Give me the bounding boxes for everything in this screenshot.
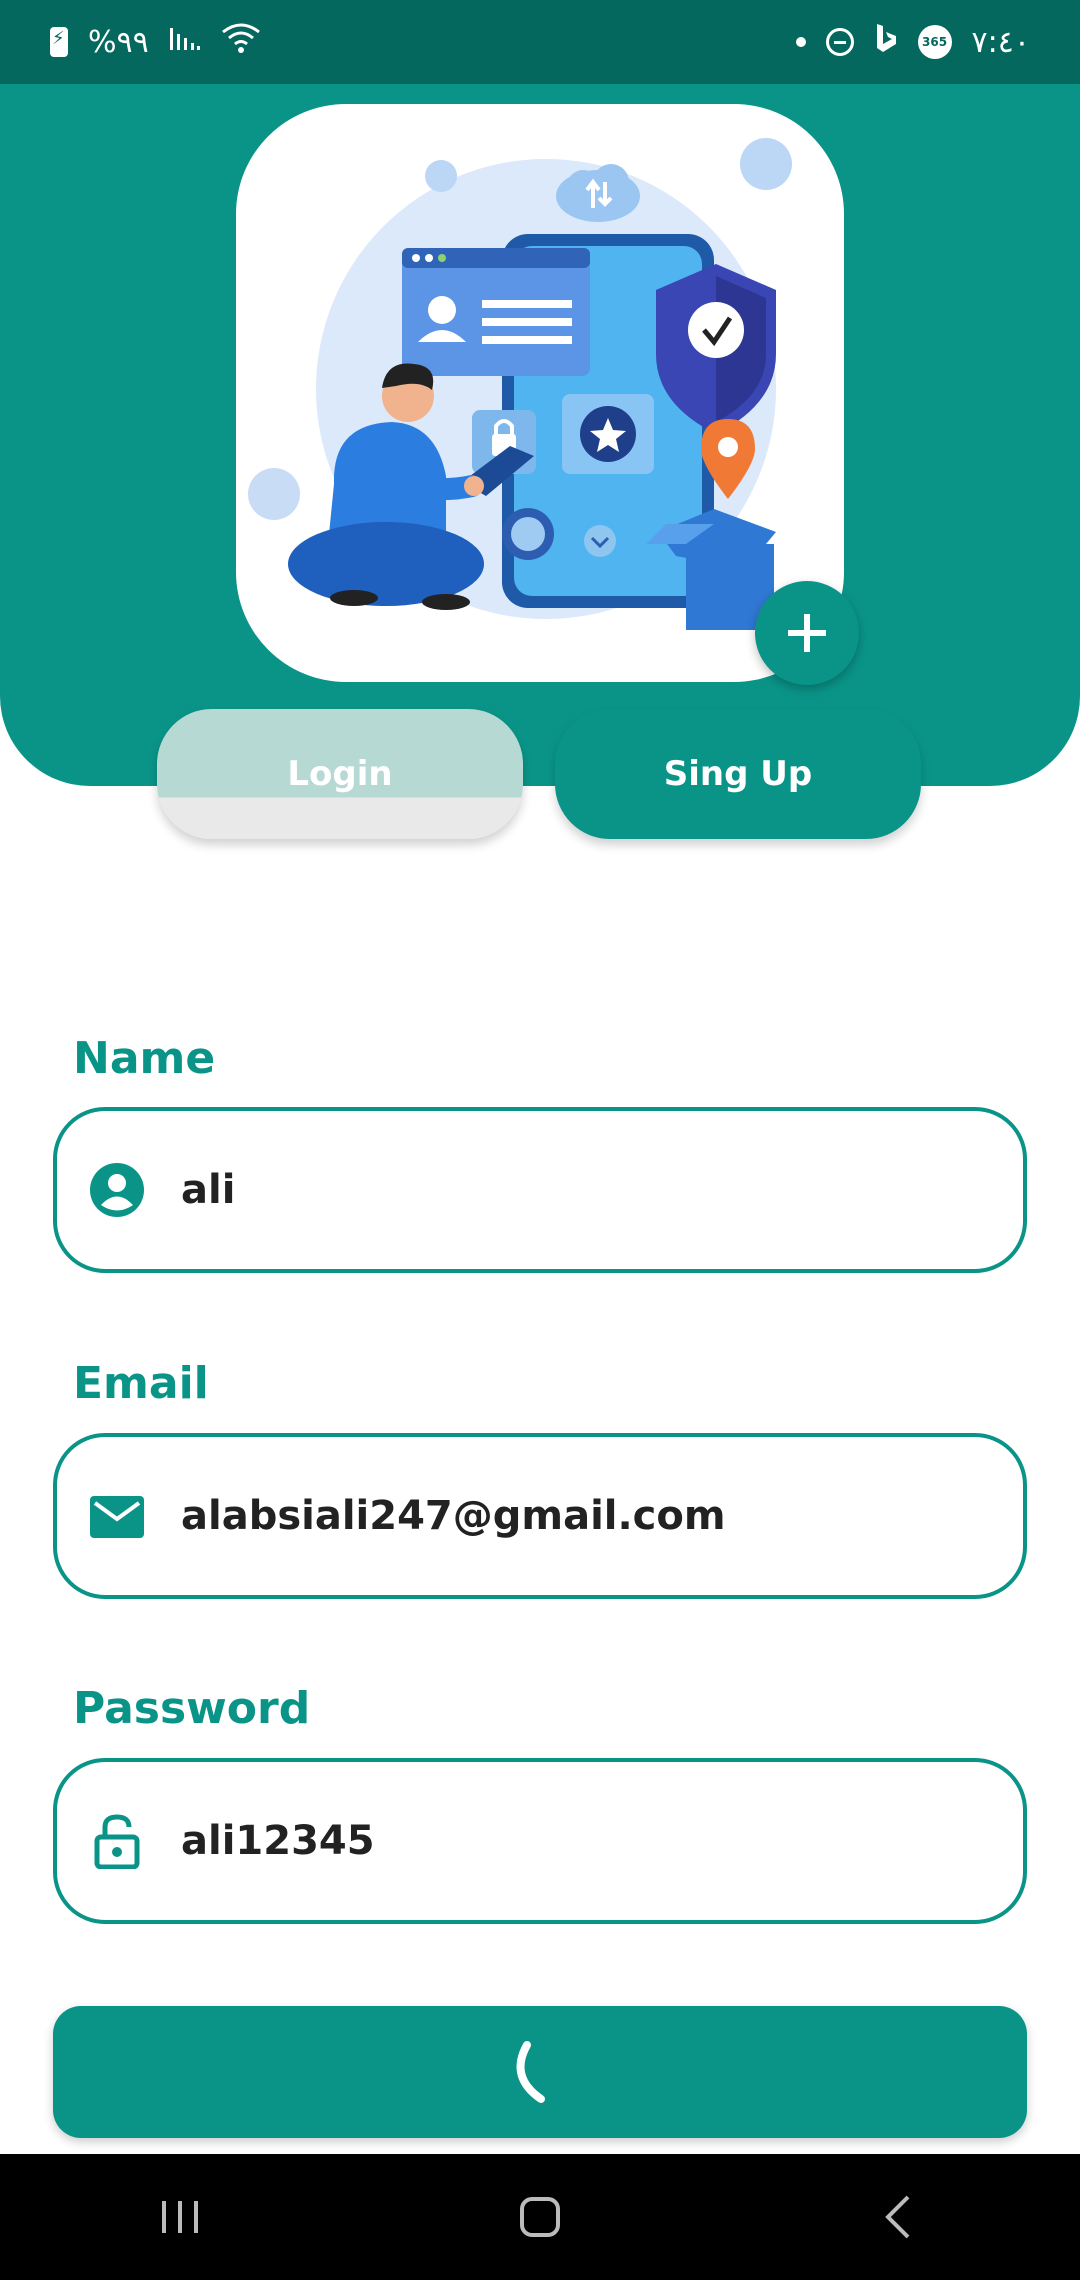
email-input[interactable] [181,1493,961,1539]
email-field[interactable] [53,1433,1027,1599]
name-input[interactable] [181,1167,961,1213]
status-bar: %٩٩ 365 ٧:٤٠ [0,0,1080,84]
office-365-icon: 365 [917,25,952,59]
status-right: 365 ٧:٤٠ [795,22,1030,62]
tab-login[interactable]: Login [157,709,523,839]
loading-spinner-icon [516,2041,545,2103]
back-button[interactable] [850,2177,950,2257]
home-icon [520,2197,560,2237]
signal-icon [169,24,201,60]
bing-icon [874,22,898,62]
add-photo-button[interactable] [755,581,859,685]
clock: ٧:٤٠ [971,24,1030,60]
password-field[interactable] [53,1758,1027,1924]
password-input[interactable] [181,1818,961,1864]
battery-percent: %٩٩ [88,24,149,60]
email-icon [89,1488,145,1544]
submit-button[interactable] [53,2006,1027,2138]
recent-apps-button[interactable] [130,2177,230,2257]
security-illustration [248,138,792,630]
name-field[interactable] [53,1107,1027,1273]
battery-charging-icon [50,27,68,57]
wifi-icon [221,22,261,62]
profile-image-card[interactable] [236,104,844,682]
plus-icon [788,614,826,652]
do-not-disturb-icon [825,28,854,56]
lock-open-icon [89,1813,145,1869]
back-icon [885,2195,910,2239]
recent-apps-icon [162,2201,198,2233]
email-label: Email [73,1358,209,1409]
account-circle-icon [89,1162,145,1218]
dot-icon [795,37,806,47]
tab-sign-up[interactable]: Sing Up [555,709,921,839]
status-left: %٩٩ [50,22,261,62]
name-label: Name [73,1033,216,1084]
home-button[interactable] [490,2177,590,2257]
navigation-bar [0,2154,1080,2280]
password-label: Password [73,1683,311,1734]
